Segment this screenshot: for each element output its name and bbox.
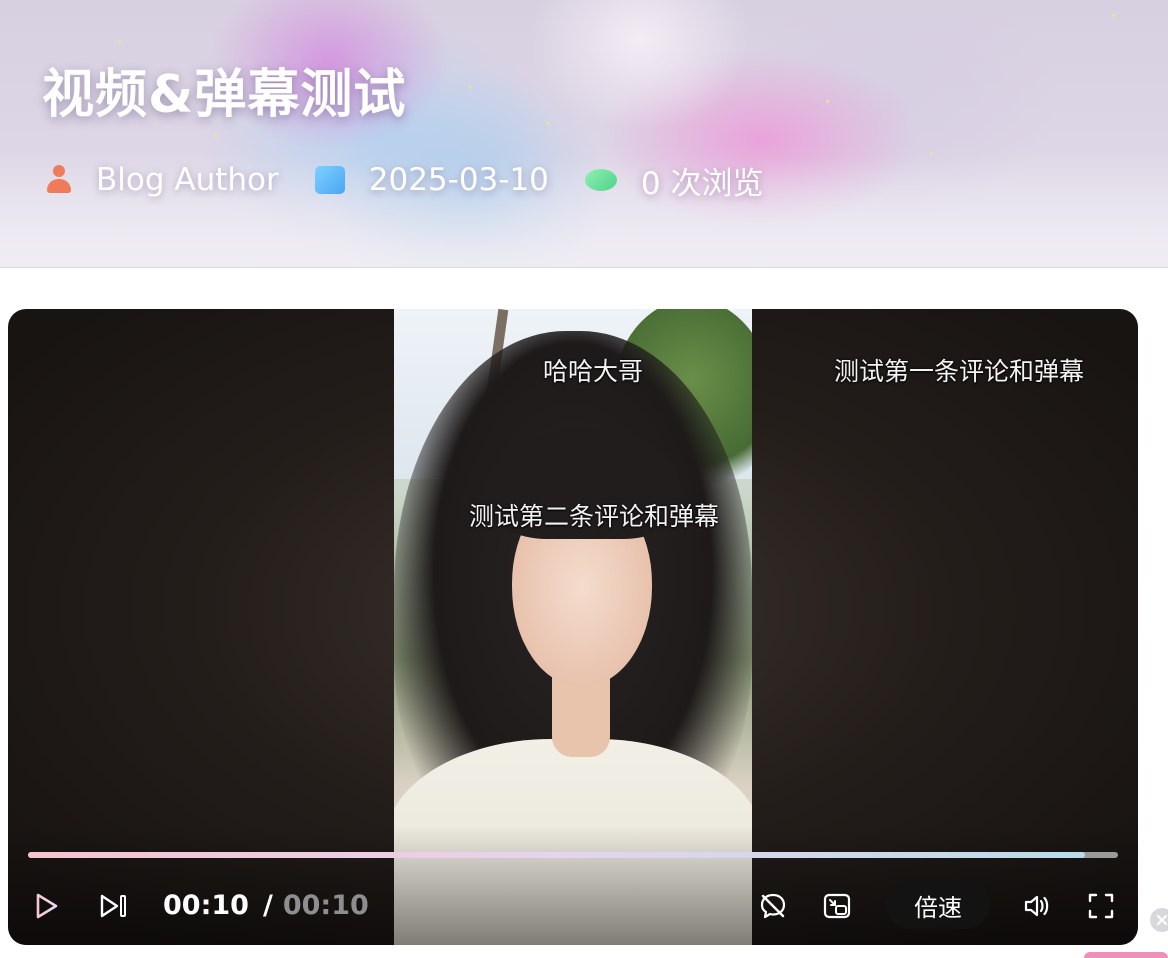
- skip-next-icon: [100, 894, 126, 918]
- floating-close-button[interactable]: [1150, 908, 1168, 932]
- danmaku-comment: 哈哈大哥: [543, 357, 644, 386]
- danmaku-off-icon: [760, 893, 786, 919]
- post-date: 2025-03-10: [368, 162, 549, 198]
- picture-in-picture-icon: [823, 893, 851, 919]
- current-time: 00:10: [163, 889, 249, 921]
- danmaku-comment: 测试第一条评论和弹幕: [834, 357, 1085, 386]
- duration: 00:10: [282, 889, 369, 921]
- author-name: Blog Author: [96, 162, 279, 198]
- volume-icon: [1024, 895, 1049, 917]
- fullscreen-icon: [1088, 893, 1114, 919]
- close-icon: [1156, 914, 1168, 926]
- danmaku-toggle-button[interactable]: [756, 889, 790, 923]
- volume-button[interactable]: [1020, 889, 1054, 923]
- post-meta: Blog Author 2025-03-10 0 次浏览: [46, 158, 800, 203]
- play-icon: [36, 893, 58, 919]
- floating-widget-edge[interactable]: [1084, 952, 1168, 958]
- views-meta: 0 次浏览: [584, 158, 764, 203]
- post-header-banner: 视频&弹幕测试 Blog Author 2025-03-10 0 次浏览: [0, 0, 1168, 268]
- calendar-icon: [314, 166, 345, 194]
- date-meta: 2025-03-10: [314, 162, 549, 198]
- view-count: 0 次浏览: [640, 165, 764, 202]
- time-separator: /: [262, 889, 273, 921]
- playback-speed-button[interactable]: 倍速: [886, 881, 990, 929]
- progress-bar-fill: [28, 852, 1086, 858]
- post-title: 视频&弹幕测试: [42, 65, 407, 125]
- picture-in-picture-button[interactable]: [820, 889, 854, 923]
- time-display: 00:10 / 00:10: [163, 885, 369, 925]
- next-button[interactable]: [98, 889, 130, 923]
- author-meta: Blog Author: [46, 162, 279, 198]
- play-button[interactable]: [32, 889, 62, 923]
- user-icon: [46, 164, 72, 196]
- fullscreen-button[interactable]: [1084, 889, 1118, 923]
- eye-icon: [584, 169, 617, 191]
- danmaku-comment: 测试第二条评论和弹幕: [469, 502, 720, 531]
- video-player[interactable]: 哈哈大哥 测试第一条评论和弹幕 测试第二条评论和弹幕 00:10 / 00:10: [8, 309, 1138, 945]
- progress-bar[interactable]: [28, 852, 1118, 858]
